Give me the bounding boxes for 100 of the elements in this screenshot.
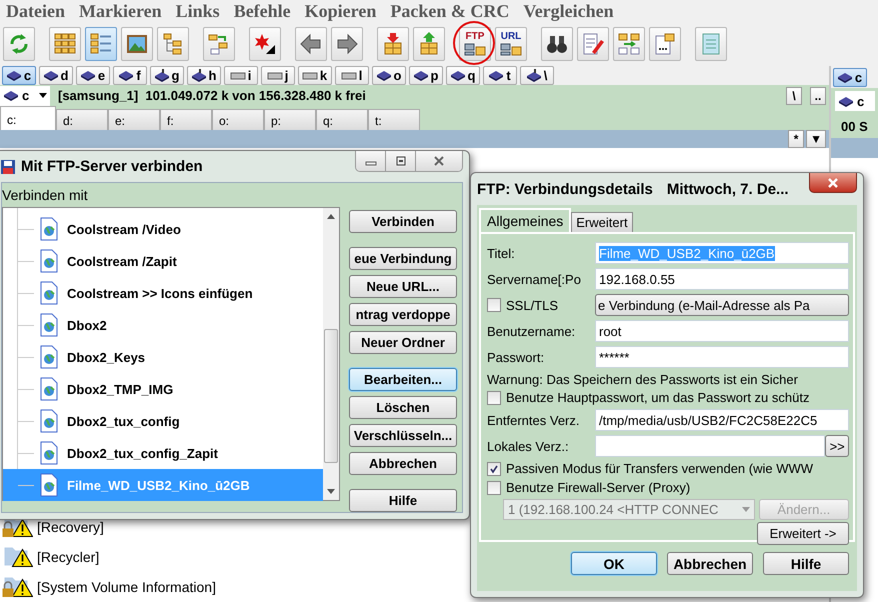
path-button[interactable]: .. <box>810 86 826 104</box>
drive-button[interactable]: d <box>39 66 73 85</box>
dialog-button[interactable]: Hilfe <box>349 489 457 512</box>
menu-item[interactable]: Dateien <box>6 0 65 22</box>
menu-item[interactable]: Markieren <box>78 0 162 22</box>
dialog-button[interactable]: Verbinden <box>349 210 457 233</box>
browse-button[interactable]: >> <box>825 435 849 457</box>
anonymous-button[interactable]: e Verbindung (e-Mail-Adresse als Pa <box>595 294 849 316</box>
drive-tab[interactable]: p: <box>264 109 316 130</box>
input-field[interactable]: root <box>595 320 849 342</box>
drive-button[interactable]: \ <box>520 66 554 85</box>
menu-item[interactable]: Befehle <box>234 0 291 22</box>
drive-button[interactable]: i <box>224 66 258 85</box>
dialog-button[interactable]: Neue URL... <box>349 275 457 298</box>
tab[interactable]: Allgemeines <box>479 208 572 232</box>
connection-item[interactable]: Coolstream >> Icons einfügen <box>3 277 323 309</box>
checkbox[interactable] <box>487 480 501 494</box>
dialog-button[interactable]: Verschlüsseln... <box>349 424 457 447</box>
drive-button[interactable]: c <box>833 68 867 86</box>
drive-button[interactable]: o <box>372 66 406 85</box>
input-field[interactable] <box>595 435 826 457</box>
checkbox[interactable] <box>487 298 501 312</box>
input-field[interactable]: 192.168.0.55 <box>595 268 849 290</box>
drive-tab[interactable]: d: <box>56 109 108 130</box>
toolbar-button[interactable]: URL <box>495 27 527 61</box>
tab[interactable]: Erweitert <box>571 212 633 232</box>
dialog-button[interactable]: Abbrechen <box>667 552 753 575</box>
connection-item[interactable]: Dbox2_tux_config_Zapit <box>3 437 323 469</box>
drive-tab[interactable]: q: <box>316 109 368 130</box>
menu-item[interactable]: Vergleichen <box>523 0 614 22</box>
checkbox[interactable] <box>487 390 501 404</box>
drive-button[interactable]: p <box>409 66 443 85</box>
drive-tab[interactable]: e: <box>108 109 160 130</box>
dialog-button[interactable]: Bearbeiten... <box>349 368 457 391</box>
drive-tab[interactable]: o: <box>212 109 264 130</box>
connection-item[interactable]: Dbox2 <box>3 309 323 341</box>
scroll-down-icon[interactable] <box>327 489 335 494</box>
drive-button[interactable]: c <box>2 66 36 85</box>
back-arrow-icon <box>299 32 323 56</box>
close-icon <box>827 178 839 188</box>
globe-document-icon <box>40 345 58 369</box>
disk-info: 00 S <box>841 118 868 134</box>
caret-icon <box>742 506 750 512</box>
field-label: Benutzername: <box>487 324 576 338</box>
connection-item[interactable]: Dbox2_TMP_IMG <box>3 373 323 405</box>
drive-button[interactable]: l <box>335 66 369 85</box>
folder-name[interactable]: [System Volume Information] <box>37 579 216 595</box>
drive-tab[interactable]: f: <box>160 109 212 130</box>
drive-dropdown[interactable]: c <box>835 91 875 111</box>
history-button[interactable]: * <box>788 130 804 148</box>
drive-button[interactable]: q <box>446 66 480 85</box>
field-label: Servername[:Po <box>487 272 582 286</box>
dialog-button[interactable]: Löschen <box>349 396 457 419</box>
path-button[interactable]: \ <box>786 86 802 104</box>
menu-item[interactable]: Kopieren <box>304 0 376 22</box>
toolbar-button[interactable] <box>541 27 573 61</box>
minimize-button[interactable] <box>356 151 386 171</box>
drive-button[interactable]: e <box>76 66 110 85</box>
folder-name[interactable]: [Recycler] <box>37 549 100 565</box>
dialog-button[interactable]: Abbrechen <box>349 452 457 475</box>
connection-item[interactable]: Coolstream /Zapit <box>3 245 323 277</box>
drive-button[interactable]: k <box>298 66 332 85</box>
checkbox[interactable] <box>487 462 501 476</box>
drive-button[interactable]: j <box>261 66 295 85</box>
dialog-button[interactable]: OK <box>571 552 657 575</box>
input-field[interactable]: /tmp/media/usb/USB2/FC2C58E22C5 <box>595 409 849 431</box>
input-field[interactable]: ****** <box>595 346 849 368</box>
dialog-button[interactable]: ntrag verdoppe <box>349 303 457 326</box>
advanced-button[interactable]: Erweitert -> <box>757 522 849 544</box>
history-button[interactable]: ▼ <box>806 130 826 148</box>
drive-tab[interactable]: c: <box>0 106 56 130</box>
toolbar-button[interactable]: FTP <box>459 27 491 61</box>
close-button[interactable] <box>809 173 857 193</box>
drive-tab[interactable]: t: <box>368 109 420 130</box>
drive-dropdown[interactable]: c <box>0 86 50 106</box>
restore-button[interactable] <box>386 151 416 171</box>
drive-button[interactable]: h <box>187 66 221 85</box>
dialog-button[interactable]: Hilfe <box>763 552 849 575</box>
scroll-thumb[interactable] <box>324 329 338 463</box>
globe-document-icon <box>40 409 58 433</box>
menu-item[interactable]: Packen & CRC <box>390 0 510 22</box>
toolbar-button[interactable] <box>249 27 281 61</box>
connection-item[interactable]: Coolstream /Video <box>3 213 323 245</box>
drive-button[interactable]: t <box>483 66 517 85</box>
menu-item[interactable]: Links <box>176 0 220 22</box>
network-drive-icon <box>526 69 542 82</box>
connection-item[interactable]: Dbox2_tux_config <box>3 405 323 437</box>
drive-button[interactable]: f <box>113 66 147 85</box>
window-subtitle: Mittwoch, 7. De... <box>666 180 789 198</box>
scrollbar[interactable] <box>323 208 339 500</box>
drive-button[interactable]: g <box>150 66 184 85</box>
folder-name[interactable]: [Recovery] <box>37 519 104 535</box>
dialog-button[interactable]: eue Verbindung <box>349 247 457 270</box>
connection-item[interactable]: Dbox2_Keys <box>3 341 323 373</box>
toolbar-button[interactable] <box>331 27 363 61</box>
toolbar-button[interactable] <box>295 27 327 61</box>
scroll-up-icon[interactable] <box>327 214 335 219</box>
dialog-button[interactable]: Neuer Ordner <box>349 331 457 354</box>
checkbox-label: SSL/TLS <box>506 298 558 312</box>
close-button[interactable] <box>416 151 462 171</box>
